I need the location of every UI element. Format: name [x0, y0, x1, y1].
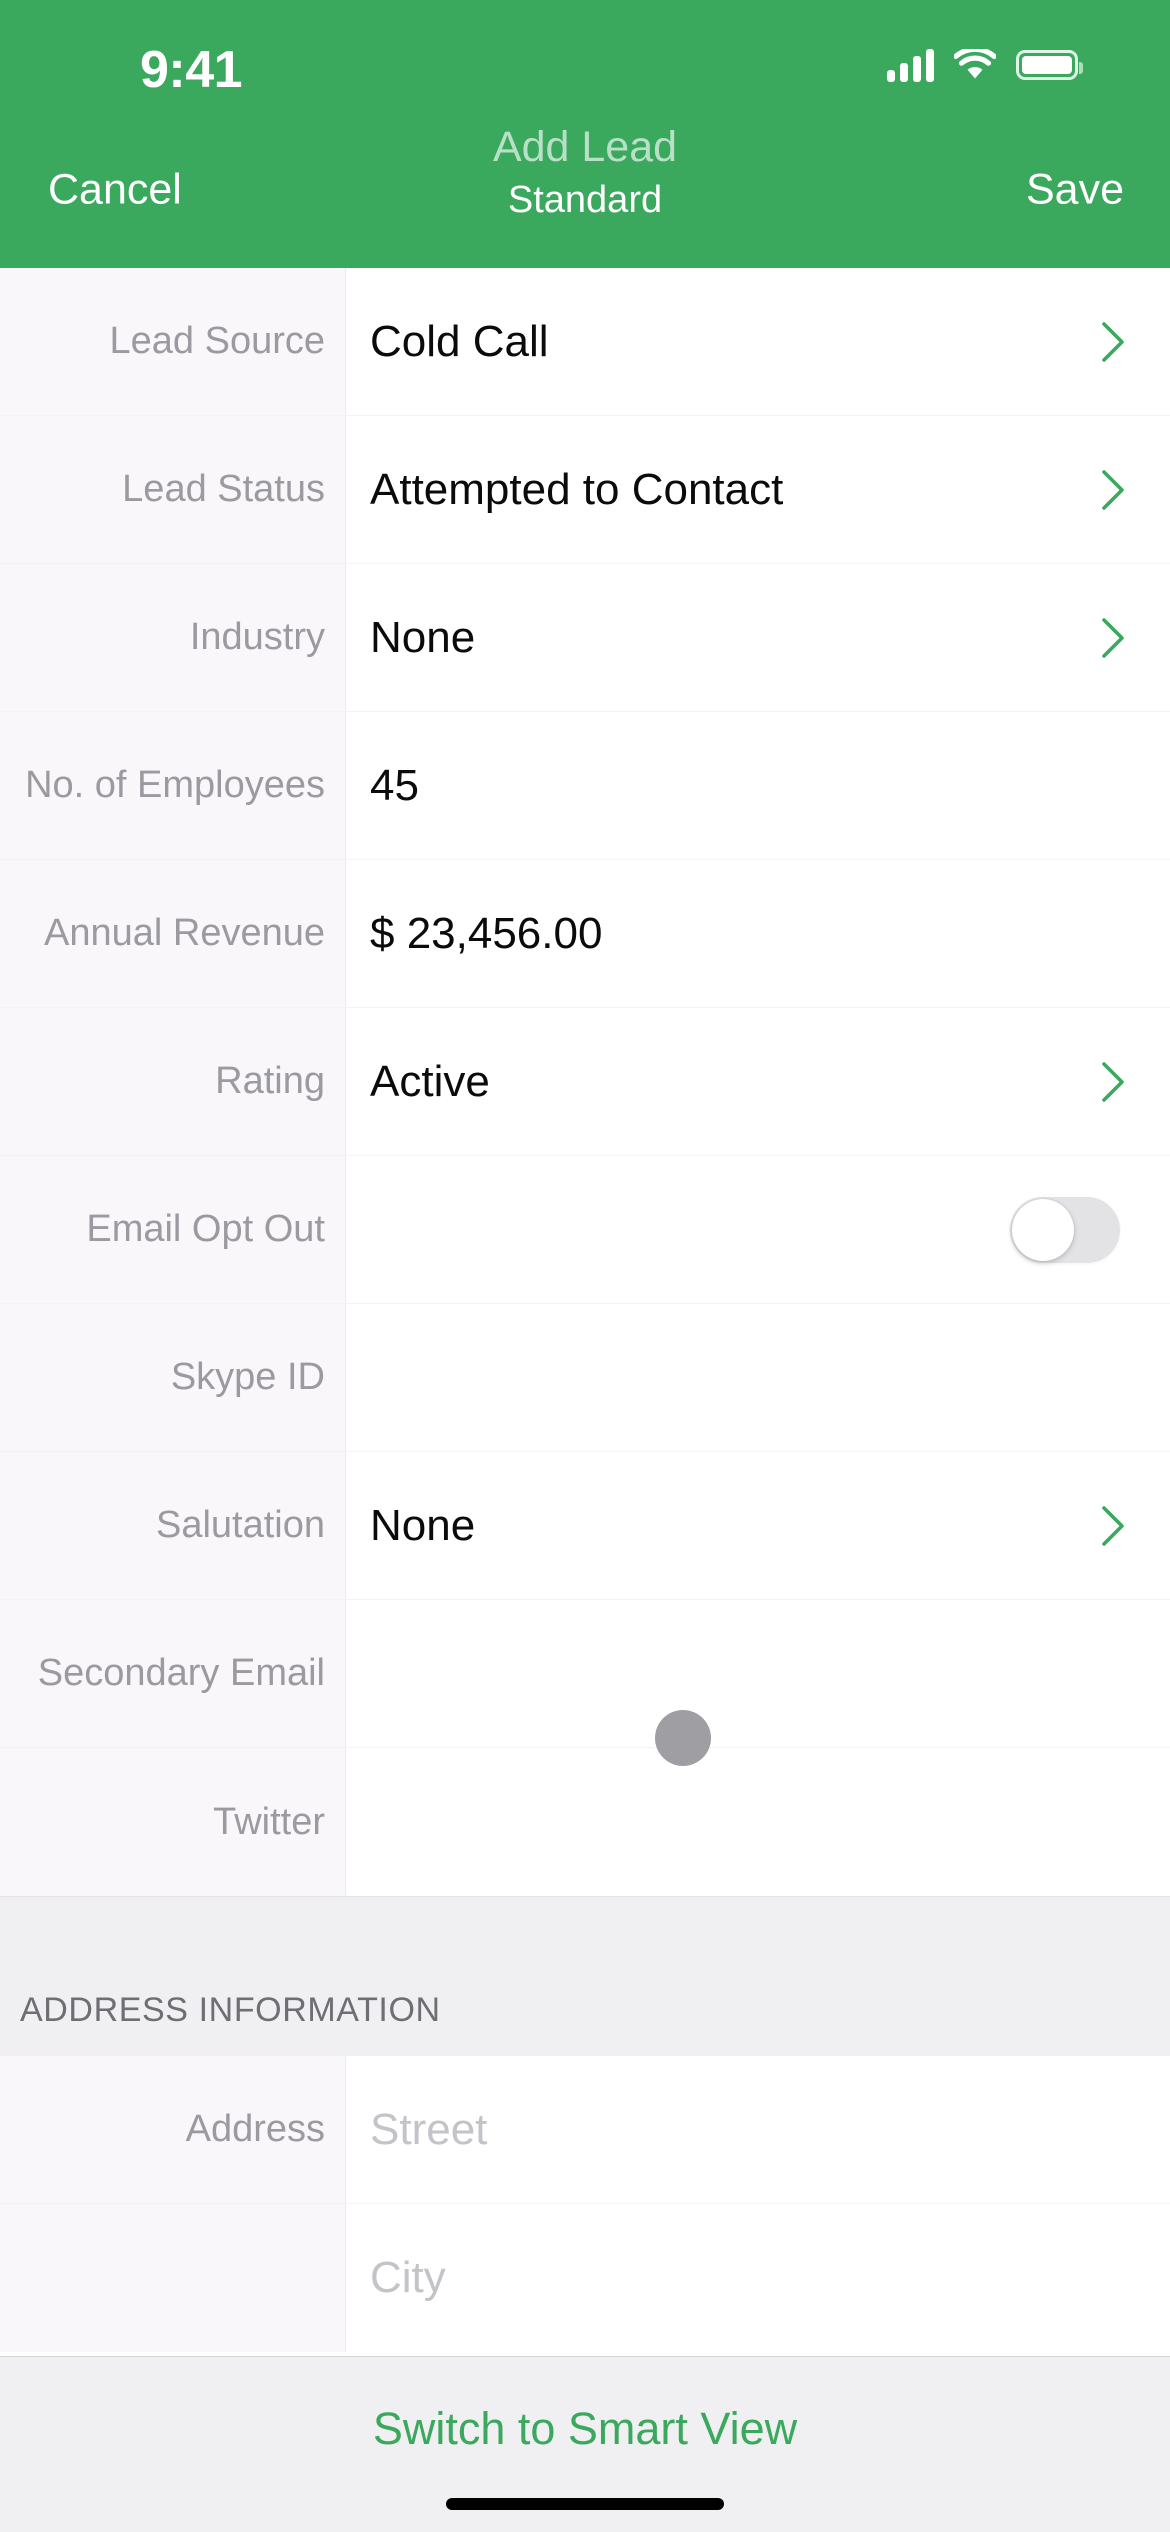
row-label: Skype ID — [170, 1356, 325, 1399]
row-label: Salutation — [155, 1504, 325, 1547]
switch-to-smart-view-button[interactable]: Switch to Smart View — [0, 2403, 1170, 2455]
chevron-right-icon — [1098, 615, 1128, 661]
status-bar-time: 9:41 — [140, 41, 243, 99]
row-value[interactable]: 45 — [345, 712, 1170, 859]
home-indicator[interactable] — [446, 2498, 724, 2510]
page-subtitle: Standard — [507, 179, 663, 221]
form-scroll-area[interactable]: Lead Source Cold Call Lead Status Attemp… — [0, 268, 1170, 2356]
row-label: Secondary Email — [37, 1652, 325, 1695]
form-row-address-street[interactable]: Address Street — [0, 2056, 1170, 2204]
touch-indicator-dot — [655, 1710, 711, 1766]
address-city-input[interactable]: City — [345, 2204, 1170, 2352]
status-bar: 9:41 — [0, 0, 1170, 112]
chevron-right-icon — [1098, 1503, 1128, 1549]
battery-icon — [1016, 50, 1083, 80]
row-value[interactable] — [345, 1304, 1170, 1451]
row-label: Email Opt Out — [86, 1208, 325, 1251]
chevron-right-icon — [1098, 1059, 1128, 1105]
form-row-email-opt-out[interactable]: Email Opt Out — [0, 1156, 1170, 1304]
navigation-bar: Cancel Add Lead Standard Save — [0, 112, 1170, 268]
form-row-secondary-email[interactable]: Secondary Email — [0, 1600, 1170, 1748]
row-value[interactable] — [345, 1748, 1170, 1896]
form-row-salutation[interactable]: Salutation None — [0, 1452, 1170, 1600]
row-value[interactable] — [345, 1600, 1170, 1747]
toggle-knob — [1012, 1198, 1074, 1261]
row-label — [0, 2204, 345, 2352]
nav-title-group: Add Lead Standard — [0, 123, 1170, 221]
row-value[interactable]: None — [345, 564, 1170, 711]
form-row-skype-id[interactable]: Skype ID — [0, 1304, 1170, 1452]
form-row-no-of-employees[interactable]: No. of Employees 45 — [0, 712, 1170, 860]
address-street-input[interactable]: Street — [345, 2056, 1170, 2203]
row-value[interactable]: Attempted to Contact — [345, 416, 1170, 563]
row-label: Industry — [189, 616, 325, 659]
row-label: No. of Employees — [25, 764, 325, 807]
row-label: Lead Source — [109, 320, 326, 363]
form-row-lead-status[interactable]: Lead Status Attempted to Contact — [0, 416, 1170, 564]
save-button[interactable]: Save — [1026, 166, 1124, 215]
page-title: Add Lead — [492, 123, 678, 171]
form-row-lead-source[interactable]: Lead Source Cold Call — [0, 268, 1170, 416]
form-row-rating[interactable]: Rating Active — [0, 1008, 1170, 1156]
email-opt-out-toggle[interactable] — [1010, 1196, 1120, 1263]
row-value[interactable]: Active — [345, 1008, 1170, 1155]
bottom-bar: Switch to Smart View — [0, 2356, 1170, 2532]
row-value[interactable]: Cold Call — [345, 268, 1170, 415]
form-row-industry[interactable]: Industry None — [0, 564, 1170, 712]
row-label: Address — [185, 2108, 325, 2151]
form-row-annual-revenue[interactable]: Annual Revenue $ 23,456.00 — [0, 860, 1170, 1008]
app-screen: 9:41 Cancel Add Lead Standard Save Lead … — [0, 0, 1170, 2532]
row-label: Lead Status — [122, 468, 325, 511]
form-row-address-city[interactable]: City — [0, 2204, 1170, 2352]
address-information-group: Address Street City — [0, 2056, 1170, 2352]
form-row-twitter[interactable]: Twitter — [0, 1748, 1170, 1896]
wifi-icon — [953, 46, 997, 81]
row-label: Annual Revenue — [44, 912, 325, 955]
row-value[interactable]: None — [345, 1452, 1170, 1599]
green-header: 9:41 Cancel Add Lead Standard Save — [0, 0, 1170, 268]
chevron-right-icon — [1098, 319, 1128, 365]
section-header-address-information: ADDRESS INFORMATION — [0, 1896, 1170, 2056]
lead-details-group: Lead Source Cold Call Lead Status Attemp… — [0, 268, 1170, 1896]
section-header-label: ADDRESS INFORMATION — [20, 1991, 441, 2029]
chevron-right-icon — [1098, 467, 1128, 513]
row-label: Rating — [215, 1060, 325, 1103]
row-value[interactable]: $ 23,456.00 — [345, 860, 1170, 1007]
status-bar-indicators — [887, 46, 1083, 82]
cellular-signal-icon — [887, 48, 934, 82]
row-label: Twitter — [213, 1800, 325, 1843]
